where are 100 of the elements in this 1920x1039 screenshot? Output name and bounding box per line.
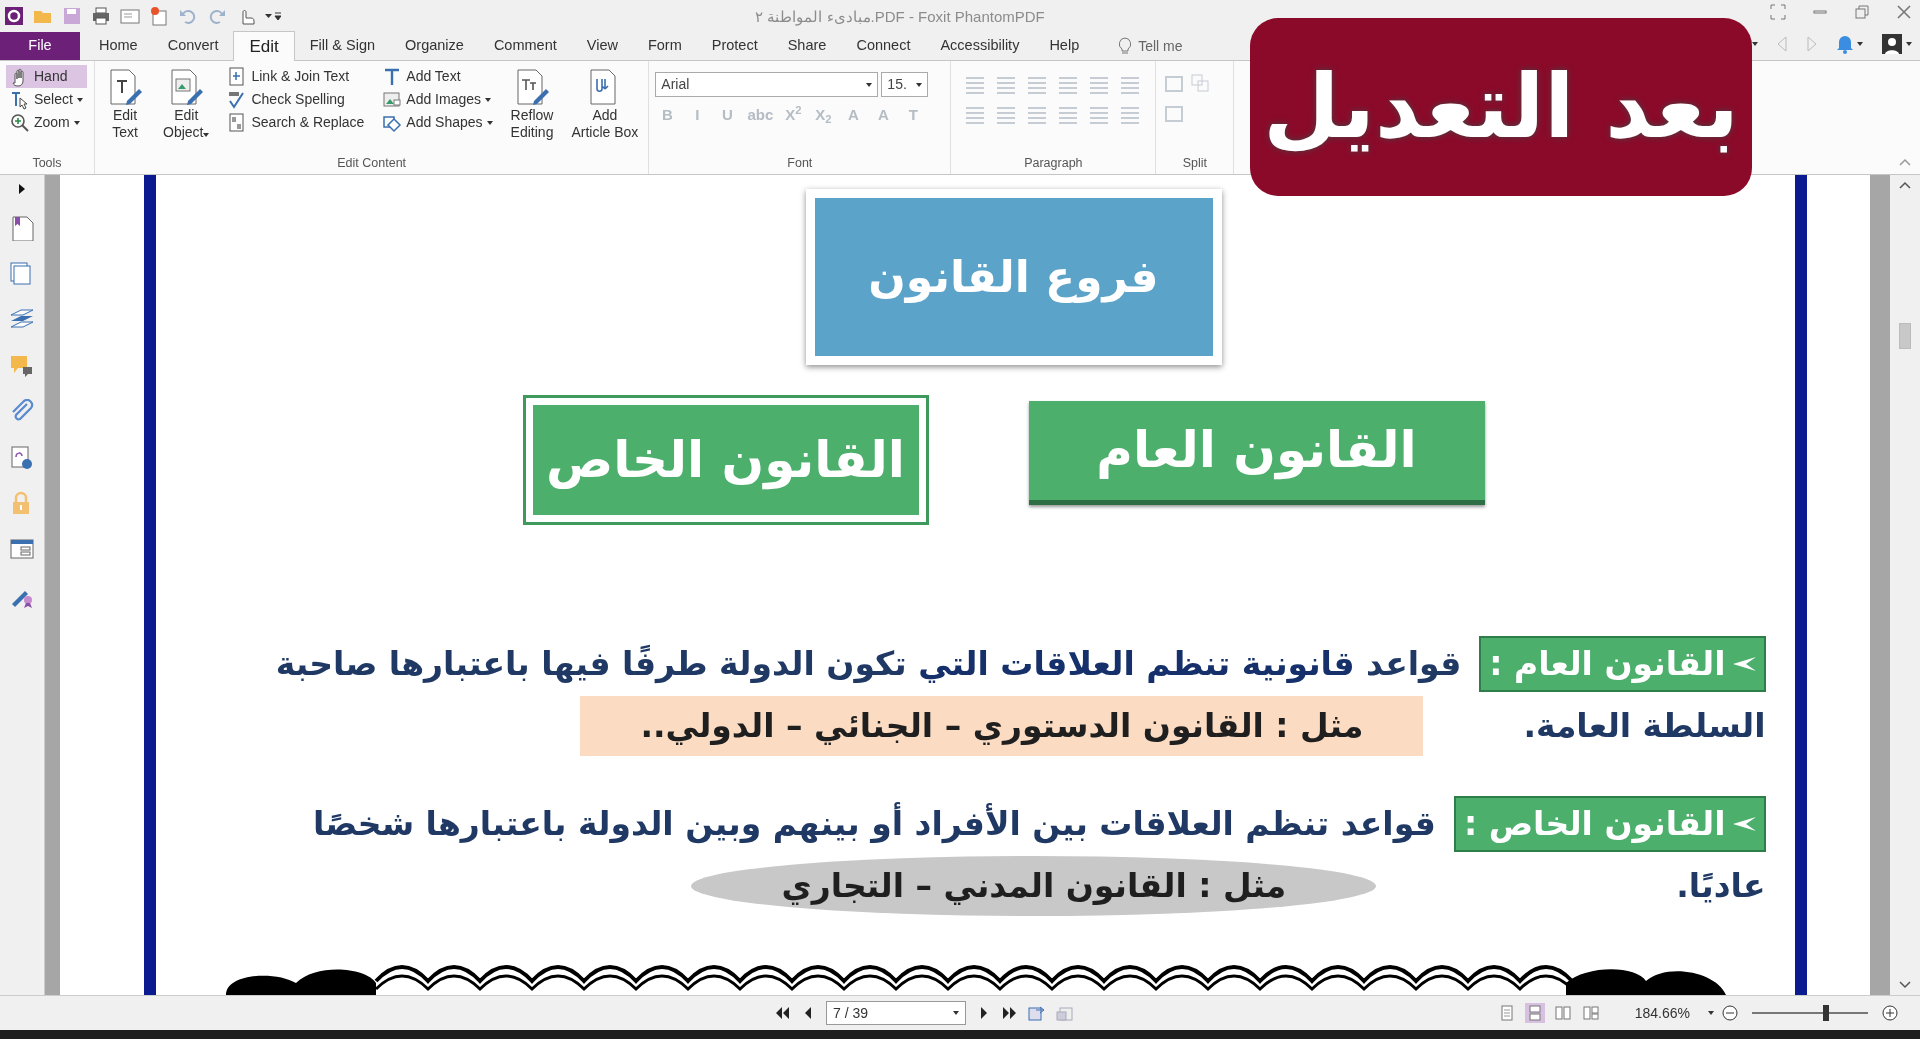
caret-icon [1708,1011,1714,1015]
slider-thumb[interactable] [1823,1005,1830,1021]
ribbon-button[interactable]: Edit Object [159,65,214,154]
ribbon-button[interactable]: Reflow Editing [506,65,558,154]
example-text: مثل : القانون الدستوري – الجنائي – الدولي.. [580,696,1424,756]
bookmark-icon [9,215,35,241]
tell-me-label[interactable]: Tell me [1138,35,1183,57]
first-page-icon [774,1005,790,1021]
app-logo-icon [4,5,24,26]
ribbon-tab[interactable]: Accessibility [925,32,1035,60]
close-button[interactable] [1896,4,1912,20]
ribbon-tab[interactable]: Protect [696,32,773,60]
page-view-icon [1582,1005,1599,1021]
last-page-button[interactable] [1002,1005,1018,1021]
previous-view-icon [1028,1005,1046,1021]
zoom-out-icon [1722,1005,1738,1021]
last-page-icon [1002,1005,1018,1021]
first-page-button[interactable] [774,1005,790,1021]
definition-text: السلطة العامة. [1523,705,1766,748]
window-title: مبادىء المواطنة ٢.PDF - Foxit PhantomPDF [755,8,1045,25]
definition-text: قواعد تنظم العلاقات بين الأفراد أو بينهم وبين الدولة باعتبارها شخصًا [312,801,1436,846]
restore-button[interactable] [1854,4,1870,20]
previous-view-button[interactable] [1028,1005,1046,1021]
ribbon-tab[interactable]: View [571,32,633,60]
forward-icon [1806,35,1818,53]
ribbon-button[interactable]: Add Text [378,65,497,88]
ribbon-tab[interactable]: Convert [152,32,234,60]
definition-text: قواعد قانونية تنظم العلاقات التي تكون الدولة طرفًا فيها باعتبارها صاحبة [275,643,1462,686]
zoom-level[interactable]: 184.66% [1634,1002,1690,1024]
term-tag: القانون الخاص : [1453,796,1766,852]
tool-button[interactable]: Zoom [6,111,87,134]
ribbon-button[interactable]: Link & Join Text [223,65,369,88]
zoom-in-icon [1882,1005,1898,1021]
bookmark-panel-button[interactable] [9,215,35,241]
ribbon-button[interactable]: Check Spelling [223,88,369,111]
group-label: Tools [31,155,63,172]
page-number-field[interactable]: 7 / 39 [826,1001,966,1025]
ribbon-tab[interactable]: Connect [841,32,926,60]
group-label: Split [1181,155,1208,172]
caret-icon [866,82,873,87]
page-view-icon [1526,1005,1543,1021]
comments-panel-button[interactable] [9,353,35,379]
banner: بعد التعديل [1250,18,1752,196]
ribbon-button[interactable]: Edit Text [101,65,149,154]
ribbon-tab[interactable]: Help [1034,32,1095,60]
scroll-up-icon [1899,181,1911,189]
document-heading: فروع القانون [814,198,1213,356]
tool-button[interactable]: Hand [6,65,87,88]
ribbon-button[interactable]: Add Images [378,88,497,111]
back-icon [1776,35,1788,53]
font-size-field[interactable]: 15. [881,72,929,97]
view-mode-button[interactable] [1580,1003,1601,1023]
term-tag: القانون العام : [1479,636,1766,692]
signature-panel-button[interactable] [9,445,35,471]
save-icon [62,5,82,26]
caret-icon [916,82,923,87]
definition-text: عاديًا. [1676,865,1766,908]
ribbon-tab[interactable]: Form [632,32,697,60]
example-text: مثل : القانون المدني – التجاري [691,856,1377,916]
ribbon-tab[interactable]: Share [772,32,842,60]
next-view-icon [1056,1005,1074,1021]
restore-icon [1854,4,1870,20]
comments-icon [9,353,35,379]
lightbulb-icon [1118,37,1133,55]
tool-button[interactable]: Select [6,88,87,111]
customize-toolbar-button[interactable] [265,10,281,21]
fullscreen-icon [1770,4,1786,20]
branch-heading: القانون الخاص [522,395,929,525]
text-cursor-icon [10,89,30,110]
group-label: Paragraph [1023,155,1084,172]
page-view-icon [1498,1005,1515,1021]
zoom-out-button[interactable] [1722,1005,1738,1021]
ribbon-tab[interactable]: Organize [390,32,479,60]
ribbon-button[interactable]: Search & Replace [223,111,369,134]
file-menu-tab[interactable]: File [0,32,80,60]
image-icon [382,89,403,110]
font-name-field[interactable]: Arial [655,72,879,97]
scroll-down-icon [1899,981,1911,989]
expand-panel-icon [18,183,26,195]
scroll-thumb[interactable] [1899,323,1911,349]
group-label: Font [786,155,814,172]
ribbon-tab[interactable]: Fill & Sign [294,32,391,60]
ribbon-button[interactable]: Add Shapes [378,111,497,134]
collapse-ribbon-icon [1899,158,1911,166]
bell-icon [1836,34,1864,54]
group-label: Edit Content [336,155,408,172]
menu-icon [265,10,281,21]
zoom-dropdown-button[interactable] [1708,1011,1714,1015]
branch-heading: القانون العام [1028,401,1485,505]
new-document-icon [149,5,169,26]
page-view-icon [1554,1005,1571,1021]
zoom-in-button[interactable] [1882,1005,1898,1021]
user-avatar-icon [1882,34,1912,54]
view-mode-button[interactable] [1524,1003,1545,1023]
ribbon-button[interactable]: Add Article Box [567,65,643,154]
print-icon [91,5,111,26]
caret-icon [953,1011,959,1015]
ribbon-tab[interactable]: Edit [233,31,295,61]
ribbon-tab[interactable]: Home [84,32,153,60]
ribbon-tab[interactable]: Comment [478,32,572,60]
